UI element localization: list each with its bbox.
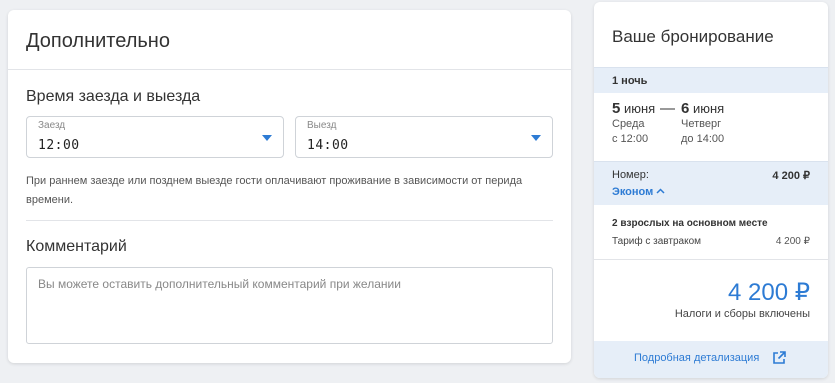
room-type-toggle[interactable]: Эконом — [612, 186, 665, 198]
checkin-note: При раннем заезде или позднем выезде гос… — [26, 175, 523, 206]
checkin-label: Заезд — [38, 120, 66, 131]
extra-options-header: Дополнительно — [8, 10, 571, 70]
checkout-day: 6 — [681, 100, 690, 117]
total-price: 4 200 ₽ — [728, 279, 810, 306]
extra-options-title: Дополнительно — [26, 30, 170, 52]
checkout-date: 6 июня Четверг до 14:00 — [681, 100, 724, 147]
checkin-time: с 12:00 — [612, 133, 649, 145]
room-bar: Номер: 4 200 ₽ Эконом — [594, 161, 828, 205]
checkin-value: 12:00 — [38, 138, 80, 153]
external-link-icon[interactable] — [772, 351, 786, 365]
tariff-name: Тариф с завтраком — [612, 236, 702, 247]
comment-input[interactable] — [26, 267, 553, 344]
checkin-weekday: Среда — [612, 118, 645, 130]
chevron-down-icon — [531, 135, 541, 141]
room-type-name: Эконом — [612, 186, 654, 198]
room-label: Номер: — [612, 169, 649, 181]
checkin-time-select[interactable]: Заезд 12:00 — [26, 116, 284, 158]
divider — [594, 259, 828, 260]
checkout-label: Выезд — [307, 120, 337, 131]
room-price: 4 200 ₽ — [772, 170, 810, 182]
tariff-price: 4 200 ₽ — [775, 236, 810, 247]
nights-bar: 1 ночь — [594, 67, 828, 93]
extra-options-card: Дополнительно Время заезда и выезда Заез… — [8, 10, 571, 363]
booking-title: Ваше бронирование — [612, 27, 774, 46]
chevron-down-icon — [262, 135, 272, 141]
nights-count: 1 ночь — [612, 75, 648, 87]
checkin-date: 5 июня Среда с 12:00 — [612, 100, 655, 147]
checkin-month: июня — [623, 101, 656, 116]
divider — [26, 220, 553, 221]
details-bar: Подробная детализация — [594, 341, 828, 378]
checkout-month: июня — [692, 101, 725, 116]
checkout-time: до 14:00 — [681, 133, 725, 145]
checkout-time-select[interactable]: Выезд 14:00 — [295, 116, 553, 158]
checkout-weekday: Четверг — [681, 118, 722, 130]
details-link[interactable]: Подробная детализация — [634, 352, 759, 364]
checkin-day: 5 — [612, 100, 621, 117]
checkout-value: 14:00 — [307, 138, 349, 153]
guests-info: 2 взрослых на основном месте — [612, 218, 768, 229]
chevron-up-icon — [656, 188, 665, 194]
booking-summary-card: Ваше бронирование 1 ночь 5 июня Среда с … — [594, 2, 828, 378]
checkin-section-title: Время заезда и выезда — [26, 88, 201, 105]
comment-section-title: Комментарий — [26, 238, 127, 255]
date-dash: — — [660, 100, 675, 117]
taxes-note: Налоги и сборы включены — [674, 308, 810, 320]
